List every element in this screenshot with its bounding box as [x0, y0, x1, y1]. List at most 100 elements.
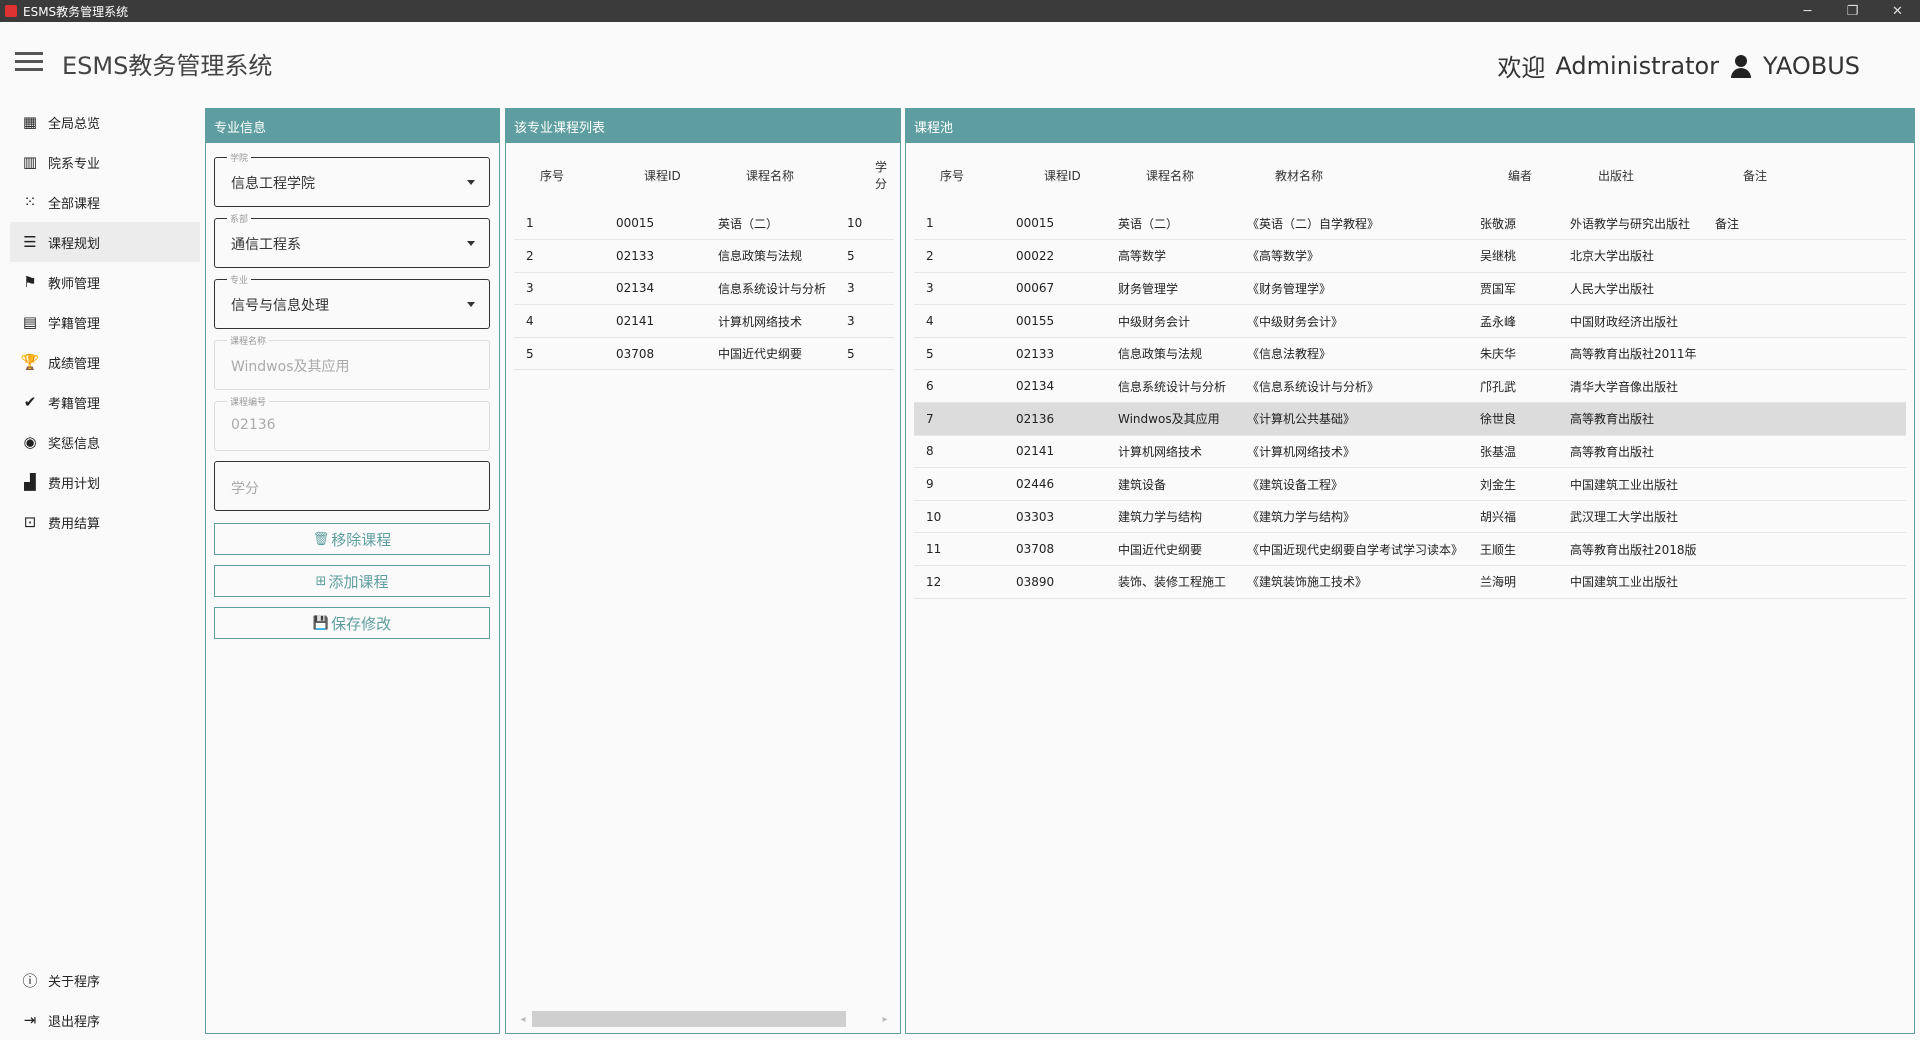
sidebar-bottom-item[interactable]: ⓘ 关于程序: [10, 960, 200, 1000]
table-cell: 《建筑力学与结构》: [1247, 500, 1480, 534]
table-cell: 12: [914, 565, 1016, 599]
floppy-icon: 💾: [312, 615, 330, 631]
remove-course-button[interactable]: 🗑 移除课程: [214, 523, 490, 555]
column-header[interactable]: 课程ID: [616, 143, 718, 207]
table-row[interactable]: 9 02446 建筑设备 《建筑设备工程》 刘金生 中国建筑工业出版社: [914, 467, 1906, 501]
table-row[interactable]: 10 03303 建筑力学与结构 《建筑力学与结构》 胡兴福 武汉理工大学出版社: [914, 500, 1906, 534]
sidebar-item[interactable]: ▟ 费用计划: [10, 462, 200, 502]
sidebar-item[interactable]: ✔ 考籍管理: [10, 382, 200, 422]
sidebar-item[interactable]: ☰ 课程规划: [10, 222, 200, 262]
horizontal-scrollbar[interactable]: ◂ ▸: [516, 1011, 892, 1027]
table-cell: 高等数学: [1118, 239, 1247, 273]
add-course-button[interactable]: ⊞ 添加课程: [214, 565, 490, 597]
college-value: 信息工程学院: [231, 176, 315, 192]
table-row[interactable]: 5 03708 中国近代史纲要 5: [514, 337, 894, 371]
department-value: 通信工程系: [231, 237, 301, 253]
major-info-panel: 专业信息 学院 信息工程学院 系部 通信工程系 专业 信号与信息处理 课程名称 …: [205, 108, 500, 1034]
sidebar-item-label: 课程规划: [48, 236, 101, 252]
major-select[interactable]: 专业 信号与信息处理: [214, 273, 490, 329]
dropdown-arrow-icon[interactable]: [467, 241, 475, 246]
column-header[interactable]: 教材名称: [1247, 143, 1480, 207]
sidebar-item-label: 奖惩信息: [48, 436, 101, 452]
table-cell: [1715, 337, 1906, 371]
table-cell: 3: [514, 272, 616, 306]
table-row[interactable]: 12 03890 装饰、装修工程施工 《建筑装饰施工技术》 兰海明 中国建筑工业出版社: [914, 565, 1906, 599]
department-select[interactable]: 系部 通信工程系: [214, 212, 490, 268]
table-row[interactable]: 8 02141 计算机网络技术 《计算机网络技术》 张基温 高等教育出版社: [914, 435, 1906, 469]
column-header[interactable]: 出版社: [1570, 143, 1715, 207]
scroll-thumb[interactable]: [532, 1011, 846, 1027]
menu-icon[interactable]: [15, 52, 43, 72]
dropdown-arrow-icon[interactable]: [467, 180, 475, 185]
column-header[interactable]: 课程名称: [1118, 143, 1247, 207]
sidebar-item[interactable]: ▥ 院系专业: [10, 142, 200, 182]
sidebar-item-label: 学籍管理: [48, 316, 101, 332]
sidebar-item[interactable]: ⁙ 全部课程: [10, 182, 200, 222]
table-cell: 00155: [1016, 304, 1118, 338]
sidebar-item[interactable]: ◉ 奖惩信息: [10, 422, 200, 462]
table-cell: 备注: [1715, 207, 1906, 241]
column-header[interactable]: 课程ID: [1016, 143, 1118, 207]
sidebar-item[interactable]: ⊡ 费用结算: [10, 502, 200, 542]
user-icon[interactable]: [1729, 54, 1753, 78]
table-cell: 5: [847, 337, 894, 371]
table-row[interactable]: 3 00067 财务管理学 《财务管理学》 贾国军 人民大学出版社: [914, 272, 1906, 306]
table-row[interactable]: 4 02141 计算机网络技术 3: [514, 304, 894, 338]
sidebar-item[interactable]: ▦ 全局总览: [10, 102, 200, 142]
table-row[interactable]: 1 00015 英语（二） 《英语（二）自学教程》 张敬源 外语教学与研究出版社 备注: [914, 207, 1906, 241]
major-label: 专业: [227, 273, 252, 286]
table-cell: 00067: [1016, 272, 1118, 306]
app-header: ESMS教务管理系统 欢迎 Administrator YAOBUS: [0, 22, 1920, 102]
table-row[interactable]: 7 02136 Windwos及其应用 《计算机公共基础》 徐世良 高等教育出版社: [914, 402, 1906, 436]
maximize-icon[interactable]: ❐: [1830, 0, 1875, 22]
column-header[interactable]: 序号: [514, 143, 616, 207]
table-cell: 5: [514, 337, 616, 371]
college-select[interactable]: 学院 信息工程学院: [214, 151, 490, 207]
course-pool-header: 课程池: [906, 109, 1914, 143]
sidebar-item[interactable]: ⚑ 教师管理: [10, 262, 200, 302]
sidebar-item[interactable]: 🏆 成绩管理: [10, 342, 200, 382]
sidebar-item-label: 退出程序: [48, 1014, 101, 1030]
department-label: 系部: [227, 212, 252, 225]
trash-icon: 🗑: [312, 531, 330, 547]
table-row[interactable]: 2 02133 信息政策与法规 5: [514, 239, 894, 273]
minimize-icon[interactable]: ─: [1785, 0, 1830, 22]
column-header[interactable]: 编者: [1480, 143, 1570, 207]
list-icon: ☰: [23, 233, 37, 251]
table-cell: 02136: [1016, 402, 1118, 436]
table-row[interactable]: 1 00015 英语（二） 10: [514, 207, 894, 241]
column-header[interactable]: 备注: [1715, 143, 1906, 207]
table-cell: 02133: [616, 239, 718, 273]
dropdown-arrow-icon[interactable]: [467, 302, 475, 307]
table-cell: 02141: [1016, 435, 1118, 469]
table-row[interactable]: 11 03708 中国近代史纲要 《中国近现代史纲要自学考试学习读本》 王顺生 高等教育出…: [914, 532, 1906, 567]
credit-input[interactable]: 学分: [214, 461, 490, 511]
column-header[interactable]: 课程名称: [718, 143, 847, 207]
close-icon[interactable]: ✕: [1875, 0, 1920, 22]
account-name[interactable]: YAOBUS: [1763, 52, 1860, 80]
column-header[interactable]: 学分: [847, 143, 894, 207]
welcome-text: 欢迎: [1497, 54, 1546, 82]
table-row[interactable]: 3 02134 信息系统设计与分析 3: [514, 272, 894, 306]
save-changes-button[interactable]: 💾 保存修改: [214, 607, 490, 639]
table-row[interactable]: 4 00155 中级财务会计 《中级财务会计》 孟永峰 中国财政经济出版社: [914, 304, 1906, 338]
table-cell: 02446: [1016, 467, 1118, 501]
sidebar-bottom-item[interactable]: ⇥ 退出程序: [10, 1000, 200, 1040]
column-header[interactable]: 序号: [914, 143, 1016, 207]
table-cell: 高等教育出版社2011年: [1570, 337, 1715, 371]
table-cell: 张敬源: [1480, 207, 1570, 241]
sidebar-item[interactable]: ▤ 学籍管理: [10, 302, 200, 342]
table-cell: 2: [514, 239, 616, 273]
sidebar-item-label: 费用结算: [48, 516, 101, 532]
table-row[interactable]: 6 02134 信息系统设计与分析 《信息系统设计与分析》 邝孔武 清华大学音像出版社: [914, 369, 1906, 404]
table-row[interactable]: 5 02133 信息政策与法规 《信息法教程》 朱庆华 高等教育出版社2011年: [914, 337, 1906, 371]
course-pool-table: 序号 课程ID 课程名称 教材名称 编者 出版社 备注 1 00015 英语（二） 《英语（二）自…: [914, 143, 1906, 599]
major-info-header: 专业信息: [206, 109, 499, 143]
table-cell: 03303: [1016, 500, 1118, 534]
table-row[interactable]: 2 00022 高等数学 《高等数学》 吴继桃 北京大学出版社: [914, 239, 1906, 273]
table-cell: 中国近代史纲要: [1118, 532, 1247, 567]
scroll-left-icon[interactable]: ◂: [516, 1014, 530, 1025]
scroll-right-icon[interactable]: ▸: [878, 1014, 892, 1025]
grid-dots-icon: ⁙: [23, 193, 37, 211]
table-cell: Windwos及其应用: [1118, 402, 1247, 436]
